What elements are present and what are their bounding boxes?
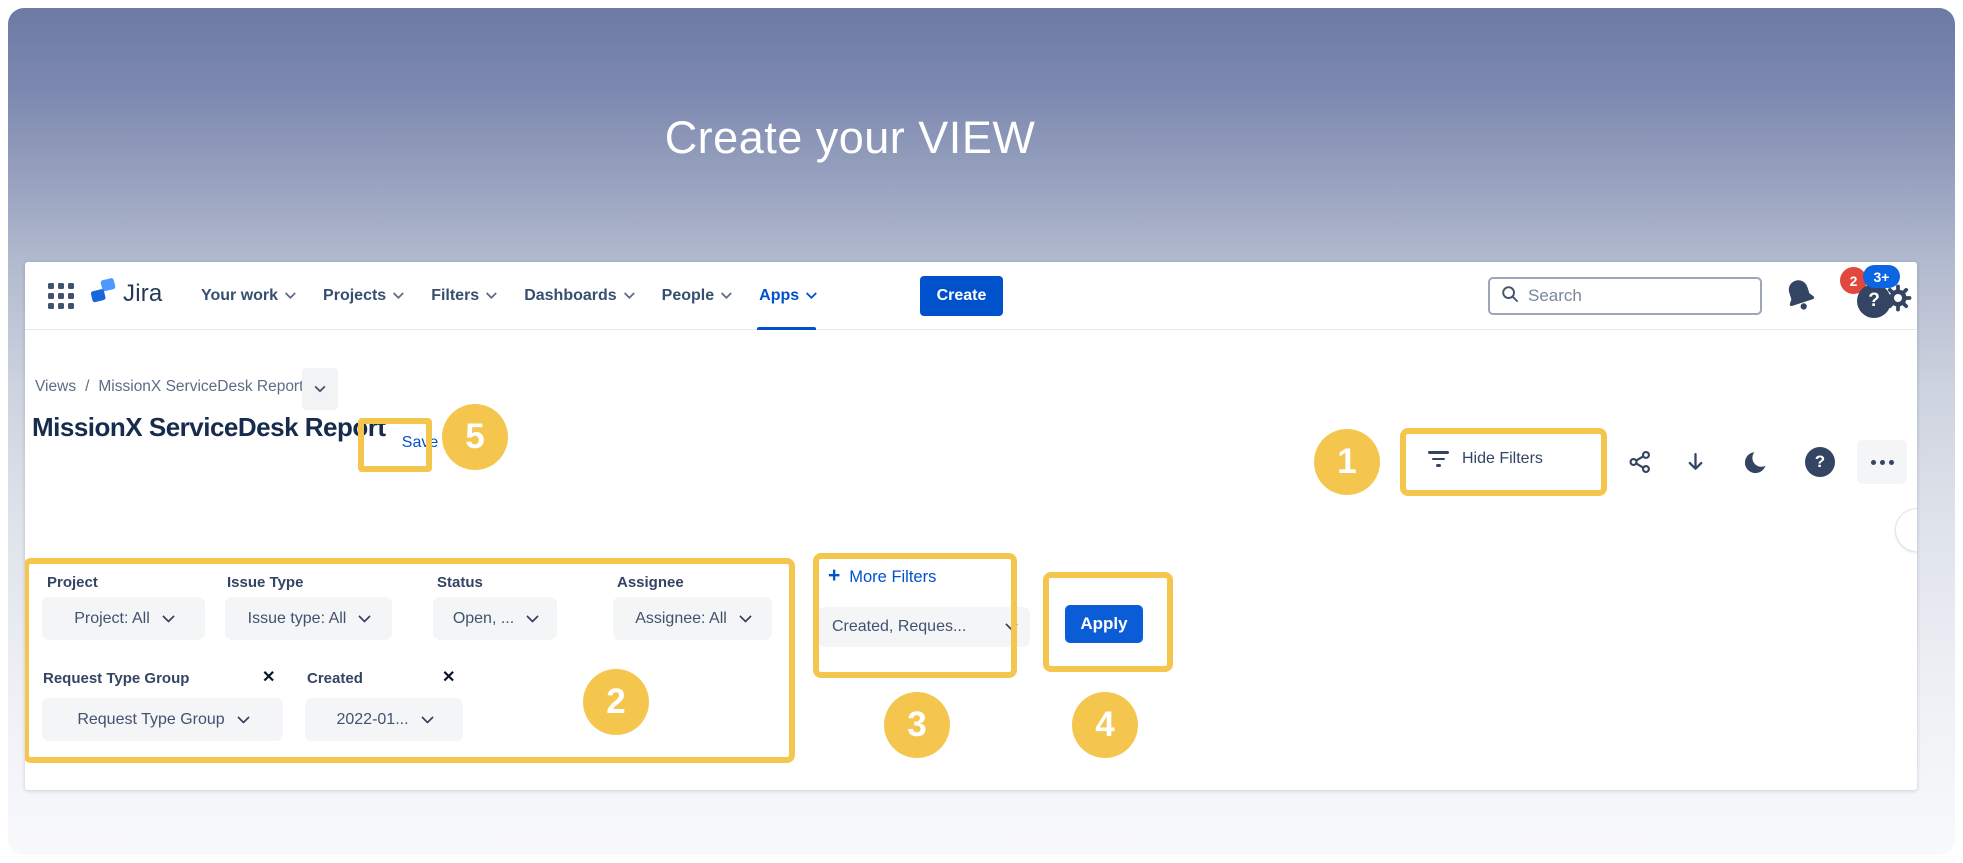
chevron-down-icon bbox=[721, 287, 732, 298]
chevron-down-icon bbox=[314, 381, 325, 392]
issue-type-filter-label: Issue Type bbox=[227, 574, 303, 591]
project-filter-dropdown[interactable]: Project: All bbox=[42, 597, 205, 640]
breadcrumb-report-link[interactable]: MissionX ServiceDesk Report bbox=[98, 378, 303, 396]
chevron-down-icon bbox=[285, 287, 296, 298]
nav-item-dashboards[interactable]: Dashboards bbox=[524, 262, 631, 330]
settings-gear-icon[interactable] bbox=[1882, 282, 1914, 314]
more-options-button[interactable] bbox=[1857, 440, 1907, 484]
assignee-filter-label: Assignee bbox=[617, 574, 684, 591]
request-type-group-dropdown[interactable]: Request Type Group bbox=[42, 698, 283, 741]
help-circle-button[interactable]: ? bbox=[1802, 444, 1838, 480]
plus-icon: + bbox=[828, 564, 840, 588]
annotation-step-5: 5 bbox=[442, 404, 508, 470]
chevron-down-icon bbox=[806, 287, 817, 298]
annotation-step-1: 1 bbox=[1314, 429, 1380, 495]
chevron-down-icon bbox=[393, 287, 404, 298]
jira-logo[interactable]: Jira bbox=[89, 277, 162, 310]
save-button[interactable]: Save bbox=[391, 424, 449, 462]
notifications-button[interactable] bbox=[1781, 276, 1821, 316]
remove-request-type-group-filter-button[interactable]: ✕ bbox=[262, 670, 275, 686]
chevron-down-icon bbox=[623, 287, 634, 298]
status-filter-label: Status bbox=[437, 574, 483, 591]
nav-item-your-work[interactable]: Your work bbox=[201, 262, 293, 330]
question-icon: ? bbox=[1805, 447, 1835, 477]
ellipsis-icon bbox=[1871, 460, 1876, 465]
chevron-down-icon bbox=[526, 610, 539, 623]
extra-filter-dropdown[interactable]: Created, Reques... bbox=[818, 607, 1030, 647]
remove-created-filter-button[interactable]: ✕ bbox=[442, 670, 455, 686]
chevron-down-icon bbox=[1005, 618, 1018, 631]
status-filter-dropdown[interactable]: Open, ... bbox=[433, 597, 557, 640]
nav-item-apps[interactable]: Apps bbox=[759, 262, 814, 330]
chevron-down-icon bbox=[162, 610, 175, 623]
jira-logo-icon bbox=[89, 277, 117, 310]
create-button[interactable]: Create bbox=[920, 276, 1003, 316]
jira-app-window: Jira Your work Projects Filters Dashboar… bbox=[25, 262, 1917, 790]
app-switcher-icon[interactable] bbox=[48, 283, 74, 309]
share-button[interactable] bbox=[1622, 444, 1658, 480]
created-date-dropdown[interactable]: 2022-01... bbox=[305, 698, 463, 741]
chevron-down-icon bbox=[358, 610, 371, 623]
breadcrumb-dropdown-button[interactable] bbox=[302, 368, 338, 410]
project-filter-label: Project bbox=[47, 574, 98, 591]
search-icon bbox=[1500, 284, 1520, 309]
nav-item-filters[interactable]: Filters bbox=[431, 262, 494, 330]
search-input[interactable] bbox=[1528, 286, 1728, 306]
created-filter-label: Created bbox=[307, 670, 363, 687]
share-icon bbox=[1627, 449, 1653, 475]
chevron-down-icon bbox=[486, 287, 497, 298]
filter-icon bbox=[1428, 451, 1449, 467]
nav-item-projects[interactable]: Projects bbox=[323, 262, 401, 330]
apply-button[interactable]: Apply bbox=[1065, 605, 1143, 643]
issue-type-filter-dropdown[interactable]: Issue type: All bbox=[225, 597, 392, 640]
download-button[interactable] bbox=[1677, 444, 1713, 480]
dark-mode-button[interactable] bbox=[1738, 444, 1774, 480]
download-arrow-icon bbox=[1683, 450, 1708, 475]
page-title: MissionX ServiceDesk Report bbox=[32, 412, 386, 443]
banner-title: Create your VIEW bbox=[0, 112, 1700, 164]
sidebar-collapse-handle[interactable] bbox=[1895, 508, 1917, 552]
more-filters-link[interactable]: + More Filters bbox=[828, 566, 936, 588]
nav-item-people[interactable]: People bbox=[662, 262, 729, 330]
top-navbar: Jira Your work Projects Filters Dashboar… bbox=[25, 262, 1917, 330]
chevron-down-icon bbox=[739, 610, 752, 623]
moon-icon bbox=[1742, 448, 1770, 476]
chevron-down-icon bbox=[237, 711, 250, 724]
annotation-step-2: 2 bbox=[583, 669, 649, 735]
annotation-step-3: 3 bbox=[884, 692, 950, 758]
jira-logo-text: Jira bbox=[123, 280, 162, 308]
request-type-group-filter-label: Request Type Group bbox=[43, 670, 189, 687]
annotation-step-4: 4 bbox=[1072, 692, 1138, 758]
chevron-down-icon bbox=[421, 711, 434, 724]
nav-menu: Your work Projects Filters Dashboards Pe… bbox=[201, 262, 814, 330]
breadcrumb-views-link[interactable]: Views bbox=[35, 378, 76, 396]
breadcrumb-separator: / bbox=[85, 378, 89, 396]
search-box[interactable] bbox=[1488, 277, 1762, 315]
breadcrumb: Views / MissionX ServiceDesk Report bbox=[35, 378, 303, 396]
assignee-filter-dropdown[interactable]: Assignee: All bbox=[613, 597, 772, 640]
hide-filters-button[interactable]: Hide Filters bbox=[1414, 442, 1557, 476]
